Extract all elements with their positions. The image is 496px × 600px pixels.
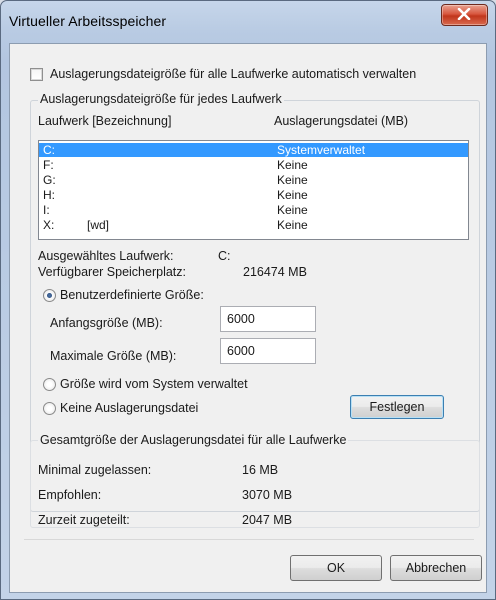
drive-pagefile: Keine <box>277 158 308 172</box>
radio-selected-dot <box>47 293 52 298</box>
cancel-button[interactable]: Abbrechen <box>390 555 482 581</box>
set-button[interactable]: Festlegen <box>350 395 444 419</box>
max-size-input[interactable]: 6000 <box>220 338 316 364</box>
custom-size-radio[interactable] <box>43 289 56 302</box>
selected-drive-label: Ausgewähltes Laufwerk: <box>38 249 174 263</box>
recommended-value: 3070 MB <box>242 488 293 502</box>
initial-size-input[interactable]: 6000 <box>220 306 316 332</box>
free-space-label: Verfügbarer Speicherplatz: <box>38 265 187 279</box>
window-title: Virtueller Arbeitsspeicher <box>9 13 167 29</box>
title-bar[interactable]: Virtueller Arbeitsspeicher <box>1 1 495 41</box>
system-managed-label[interactable]: Größe wird vom System verwaltet <box>60 377 248 391</box>
drive-column-header: Laufwerk [Bezeichnung] <box>38 114 172 128</box>
drive-list-row[interactable]: H: Keine <box>39 188 468 202</box>
no-pagefile-label[interactable]: Keine Auslagerungsdatei <box>60 401 198 415</box>
drive-pagefile: Keine <box>277 173 308 187</box>
drive-label: [wd] <box>87 218 110 232</box>
current-allocated-value: 2047 MB <box>242 513 293 527</box>
drive-letter: F: <box>43 158 54 172</box>
pagefile-column-header: Auslagerungsdatei (MB) <box>274 114 409 128</box>
custom-size-label[interactable]: Benutzerdefinierte Größe: <box>60 288 204 302</box>
drive-list[interactable]: C: Systemverwaltet F: Keine G: Keine H: Keine I:… <box>38 140 469 240</box>
dialog-client-area: Auslagerungsdateigröße für alle Laufwerk… <box>9 43 487 593</box>
drive-list-row[interactable]: G: Keine <box>39 173 468 187</box>
drive-list-row[interactable]: C: Systemverwaltet <box>39 143 468 157</box>
close-icon <box>457 8 471 20</box>
drive-letter: C: <box>43 143 55 157</box>
drive-pagefile: Keine <box>277 218 308 232</box>
min-allowed-label: Minimal zugelassen: <box>38 463 152 477</box>
auto-manage-label[interactable]: Auslagerungsdateigröße für alle Laufwerk… <box>50 67 416 81</box>
total-size-group-title: Gesamtgröße der Auslagerungsdatei für al… <box>38 433 349 447</box>
drive-letter: H: <box>43 188 55 202</box>
drive-letter: G: <box>43 173 56 187</box>
selected-drive-value: C: <box>218 249 231 263</box>
close-button[interactable] <box>441 4 488 26</box>
drive-list-row[interactable]: F: Keine <box>39 158 468 172</box>
recommended-label: Empfohlen: <box>38 488 102 502</box>
dialog-window: Virtueller Arbeitsspeicher Auslagerungsd… <box>0 0 496 600</box>
drive-pagefile: Systemverwaltet <box>277 143 366 157</box>
drive-list-row[interactable]: X: [wd] Keine <box>39 218 468 232</box>
drive-pagefile: Keine <box>277 188 308 202</box>
max-size-label: Maximale Größe (MB): <box>50 349 177 363</box>
per-drive-group-title: Auslagerungsdateigröße für jedes Laufwer… <box>38 92 284 106</box>
free-space-value: 216474 MB <box>243 265 307 279</box>
drive-letter: I: <box>43 203 50 217</box>
initial-size-label: Anfangsgröße (MB): <box>50 316 163 330</box>
auto-manage-checkbox[interactable] <box>30 68 43 81</box>
no-pagefile-radio[interactable] <box>43 402 56 415</box>
min-allowed-value: 16 MB <box>242 463 279 477</box>
ok-button[interactable]: OK <box>290 555 382 581</box>
drive-letter: X: <box>43 218 55 232</box>
current-allocated-label: Zurzeit zugeteilt: <box>38 513 130 527</box>
footer-separator <box>24 539 474 540</box>
drive-list-row[interactable]: I: Keine <box>39 203 468 217</box>
drive-pagefile: Keine <box>277 203 308 217</box>
system-managed-radio[interactable] <box>43 378 56 391</box>
